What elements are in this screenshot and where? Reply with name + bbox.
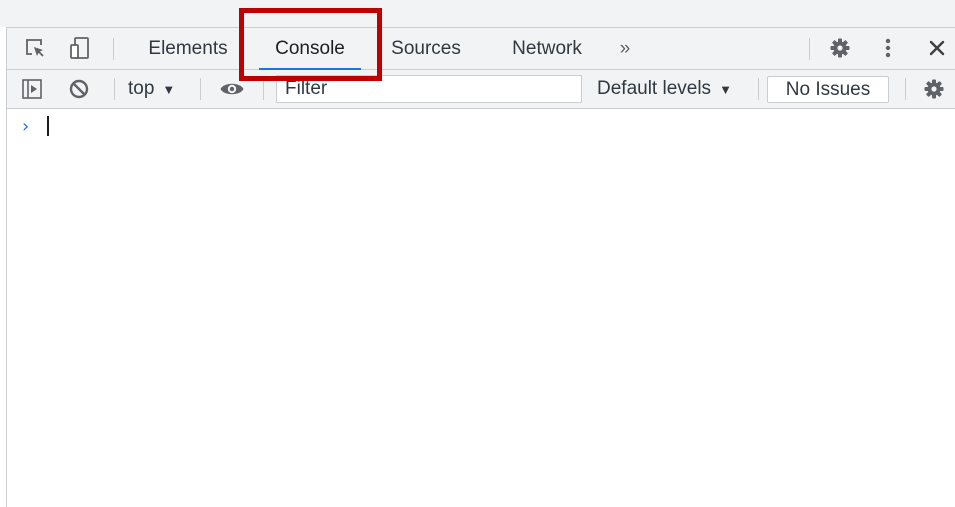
tab-sources[interactable]: Sources (377, 28, 475, 70)
inspect-element-icon[interactable] (23, 36, 47, 60)
show-sidebar-icon[interactable] (21, 70, 43, 108)
clear-console-icon[interactable] (68, 70, 90, 108)
more-options-kebab-icon[interactable] (876, 36, 900, 60)
filter-placeholder: Filter (285, 78, 328, 99)
context-selector[interactable]: top ▼ (128, 70, 190, 108)
tab-console-label: Console (275, 38, 345, 59)
toolbar-separator (200, 78, 201, 100)
tab-elements-label: Elements (148, 38, 228, 59)
tab-network[interactable]: Network (494, 28, 600, 70)
dropdown-arrow-icon: ▼ (162, 81, 176, 97)
window-top-gap (0, 0, 955, 27)
toolbar-separator (263, 78, 264, 100)
dropdown-arrow-icon: ▼ (719, 81, 732, 97)
tab-network-label: Network (512, 38, 582, 59)
console-input-caret[interactable] (47, 116, 49, 136)
tabbar-separator-right (809, 38, 810, 60)
settings-gear-icon[interactable] (828, 36, 852, 60)
live-expression-eye-icon[interactable] (219, 70, 245, 108)
devtools-screenshot: Elements Console Sources Network » top ▼… (0, 0, 955, 507)
tab-sources-label: Sources (391, 38, 461, 59)
toolbar-separator (114, 78, 115, 100)
context-selector-label: top (128, 78, 155, 99)
toolbar-separator (905, 78, 906, 100)
console-output[interactable]: › (7, 109, 955, 507)
tab-console[interactable]: Console (251, 28, 369, 70)
more-tabs-icon: » (619, 38, 631, 59)
issues-button[interactable]: No Issues (767, 76, 889, 103)
log-levels-label: Default levels (597, 78, 712, 99)
issues-label: No Issues (785, 78, 871, 100)
more-tabs-button[interactable]: » (607, 28, 643, 70)
main-tab-bar: Elements Console Sources Network » (7, 27, 955, 70)
console-prompt-chevron-icon: › (22, 116, 30, 137)
device-toolbar-icon[interactable] (68, 36, 92, 60)
console-toolbar: top ▼ Filter Default levels ▼ No Issues (7, 70, 955, 109)
console-settings-gear-icon[interactable] (923, 70, 945, 108)
toolbar-separator (758, 78, 759, 100)
tab-elements[interactable]: Elements (133, 28, 243, 70)
log-levels-dropdown[interactable]: Default levels ▼ (597, 70, 732, 108)
tabbar-separator (113, 38, 114, 60)
devtools-panel: Elements Console Sources Network » top ▼… (6, 27, 955, 507)
close-icon[interactable] (925, 36, 949, 60)
filter-input[interactable]: Filter (276, 75, 582, 103)
